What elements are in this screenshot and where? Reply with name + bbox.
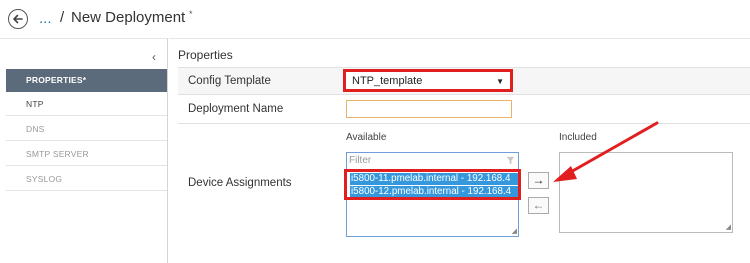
page-header: ... / New Deployment * (0, 0, 750, 38)
back-button[interactable] (8, 9, 28, 29)
config-template-select[interactable]: NTP_template ▼ (343, 69, 513, 92)
sidebar-item-ntp[interactable]: NTP (6, 93, 167, 116)
add-to-included-button[interactable]: → (528, 172, 549, 189)
breadcrumb-separator: / (60, 9, 65, 26)
available-heading: Available (346, 132, 387, 143)
deployment-name-label: Deployment Name (188, 103, 284, 115)
resize-grip-icon[interactable]: ◢ (512, 227, 517, 235)
page-title: New Deployment (71, 9, 186, 26)
config-template-value: NTP_template (352, 75, 423, 87)
breadcrumb-ellipsis-link[interactable]: ... (39, 10, 52, 27)
section-title: Properties (178, 48, 233, 62)
included-heading: Included (559, 132, 597, 143)
arrow-left-icon (13, 14, 23, 24)
divider (178, 94, 750, 95)
deployment-editor: ... / New Deployment * ‹ PROPERTIES* NTP… (0, 0, 750, 263)
sidebar-item-properties[interactable]: PROPERTIES* (6, 69, 167, 92)
divider (178, 123, 750, 124)
sidebar-item-syslog[interactable]: SYSLOG (6, 168, 167, 191)
annotation-highlight (344, 169, 521, 200)
collapse-sidebar-button[interactable]: ‹ (152, 50, 156, 64)
config-template-label: Config Template (188, 75, 271, 87)
funnel-icon (506, 156, 515, 165)
sidebar-item-smtp-server[interactable]: SMTP SERVER (6, 143, 167, 166)
filter-placeholder: Filter (349, 155, 372, 166)
properties-panel: Properties Config Template NTP_template … (169, 38, 750, 263)
resize-grip-icon[interactable]: ◢ (726, 223, 731, 231)
deployment-name-input[interactable] (346, 100, 512, 118)
caret-down-icon: ▼ (496, 77, 504, 86)
device-assignments-label: Device Assignments (188, 177, 292, 189)
sidebar: ‹ PROPERTIES* NTP DNS SMTP SERVER SYSLOG (0, 38, 168, 263)
sidebar-item-dns[interactable]: DNS (6, 118, 167, 141)
filter-input[interactable]: Filter (347, 153, 518, 170)
unsaved-marker: * (189, 9, 193, 19)
remove-from-included-button[interactable]: ← (528, 197, 549, 214)
included-devices-list[interactable]: ◢ (559, 152, 733, 233)
